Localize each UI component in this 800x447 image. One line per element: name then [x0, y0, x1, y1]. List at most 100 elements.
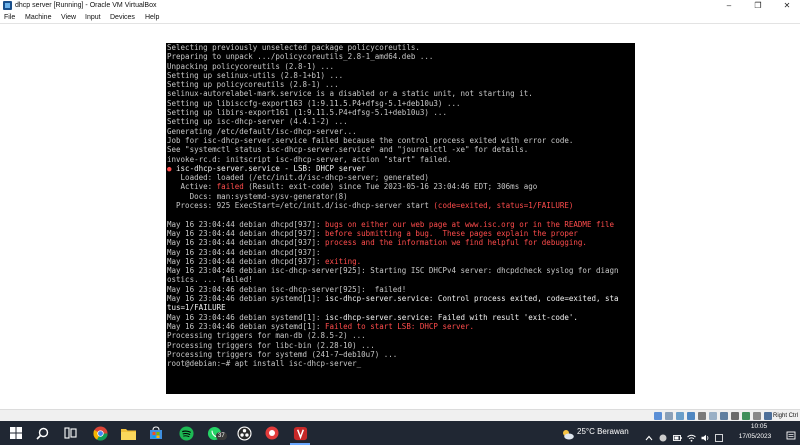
console-segment: tus=1/FAILURE — [167, 303, 226, 313]
console-segment: May 16 23:04:46 debian systemd[1]: — [167, 312, 326, 322]
console-segment: Setting up policycoreutils (2.8-1) ... — [167, 80, 339, 90]
console-segment: before submitting a bug. These pages exp… — [325, 228, 578, 238]
console-line: Loaded: loaded (/etc/init.d/isc-dhcp-ser… — [167, 173, 619, 182]
console-segment: May 16 23:04:44 debian dhcpd[937]: — [167, 256, 326, 266]
display-icon[interactable] — [720, 412, 728, 420]
console-segment: May 16 23:04:46 debian isc-dhcp-server[9… — [167, 284, 407, 294]
network-icon[interactable] — [687, 412, 695, 420]
close-button[interactable]: ✕ — [776, 0, 798, 11]
hard-disk-icon[interactable] — [654, 412, 662, 420]
console-text: Selecting previously unselected package … — [166, 43, 620, 368]
menu-input[interactable]: Input — [85, 11, 101, 24]
console-segment: isc-dhcp-server.service: Control process… — [325, 294, 619, 304]
console-line: May 16 23:04:44 debian dhcpd[937]: befor… — [167, 229, 619, 238]
notifications-icon[interactable] — [786, 428, 796, 440]
minimize-button[interactable]: – — [718, 0, 740, 11]
taskbar-store[interactable] — [148, 425, 164, 441]
console-segment: Job for isc-dhcp-server.service failed b… — [167, 135, 574, 145]
menu-help[interactable]: Help — [145, 11, 159, 24]
console-segment: Unpacking policycoreutils (2.8-1) ... — [167, 61, 335, 71]
console-segment: May 16 23:04:46 debian isc-dhcp-server[9… — [167, 266, 619, 276]
cpu-icon[interactable] — [742, 412, 750, 420]
console-line: ● isc-dhcp-server.service - LSB: DHCP se… — [167, 164, 619, 173]
task-view-button[interactable] — [62, 425, 78, 441]
console-line: Job for isc-dhcp-server.service failed b… — [167, 136, 619, 145]
taskbar-app-red[interactable] — [264, 425, 280, 441]
vm-console[interactable]: Selecting previously unselected package … — [166, 43, 635, 394]
console-segment: Setting up isc-dhcp-server (4.4.1-2) ... — [167, 117, 348, 127]
mouse-integration-icon[interactable] — [753, 412, 761, 420]
menu-view[interactable]: View — [61, 11, 76, 24]
tray-app-icon[interactable] — [659, 429, 667, 442]
search-button[interactable] — [34, 425, 50, 441]
console-segment: isc-dhcp-server.service: Failed with res… — [325, 312, 578, 322]
console-line: May 16 23:04:44 debian dhcpd[937]: bugs … — [167, 220, 619, 229]
menu-machine[interactable]: Machine — [25, 11, 51, 24]
console-segment: ostics. ... failed! — [167, 275, 253, 285]
console-line: See "systemctl status isc-dhcp-server.se… — [167, 145, 619, 154]
search-icon — [35, 427, 48, 440]
menu-devices[interactable]: Devices — [110, 11, 135, 24]
console-line: Setting up policycoreutils (2.8-1) ... — [167, 80, 619, 89]
console-segment: Processing triggers for systemd (241-7~d… — [167, 349, 398, 359]
console-line: Generating /etc/default/isc-dhcp-server.… — [167, 127, 619, 136]
task-view-icon — [63, 427, 77, 439]
console-segment: May 16 23:04:44 debian dhcpd[937]: — [167, 247, 321, 257]
language-icon[interactable] — [715, 429, 723, 442]
spotify-icon — [178, 425, 194, 441]
console-segment: May 16 23:04:44 debian dhcpd[937]: — [167, 219, 326, 229]
shared-folders-icon[interactable] — [709, 412, 717, 420]
console-segment: Docs: man:systemd-sysv-generator(8) — [167, 191, 348, 201]
console-segment: Setting up libisccfg-export163 (1:9.11.5… — [167, 98, 461, 108]
usb-icon[interactable] — [698, 412, 706, 420]
volume-icon[interactable] — [701, 429, 709, 442]
optical-drive-icon[interactable] — [665, 412, 673, 420]
console-line: selinux-autorelabel-mark.service is a di… — [167, 89, 619, 98]
console-segment: Processing triggers for man-db (2.8.5-2)… — [167, 331, 366, 341]
console-segment: May 16 23:04:46 debian systemd[1]: — [167, 321, 326, 331]
start-button[interactable] — [8, 425, 24, 441]
notification-badge: 37 — [216, 432, 227, 440]
tray-overflow-icon[interactable] — [645, 429, 653, 441]
console-segment: exiting. — [325, 256, 362, 266]
console-segment: (code=exited, status=1/FAILURE) — [433, 201, 574, 211]
windows-taskbar: 37 25°C Berawan 10:05 17/05/2023 — [0, 421, 800, 445]
console-line: Process: 925 ExecStart=/etc/init.d/isc-d… — [167, 201, 619, 210]
audio-icon[interactable] — [676, 412, 684, 420]
console-segment: process and the information we find help… — [325, 238, 587, 248]
clock-date[interactable]: 17/05/2023 — [730, 433, 780, 440]
console-line: Processing triggers for systemd (241-7~d… — [167, 350, 619, 359]
wifi-icon[interactable] — [687, 429, 696, 442]
console-segment: selinux-autorelabel-mark.service is a di… — [167, 89, 533, 99]
taskbar-file-explorer[interactable] — [120, 425, 136, 441]
recording-icon[interactable] — [731, 412, 739, 420]
menu-bar: File Machine View Input Devices Help — [0, 11, 800, 24]
weather-label[interactable]: 25°C Berawan — [577, 427, 629, 436]
window-titlebar: dhcp server [Running] - Oracle VM Virtua… — [0, 0, 800, 11]
console-line: Setting up libisccfg-export163 (1:9.11.5… — [167, 99, 619, 108]
console-segment: (Result: exit-code) since Tue 2023-05-16… — [243, 182, 538, 192]
console-line: Docs: man:systemd-sysv-generator(8) — [167, 192, 619, 201]
console-line: Unpacking policycoreutils (2.8-1) ... — [167, 62, 619, 71]
clock-time[interactable]: 10:05 — [739, 423, 779, 430]
console-line: Setting up libirs-export161 (1:9.11.5.P4… — [167, 108, 619, 117]
taskbar-virtualbox[interactable] — [292, 425, 308, 441]
battery-icon[interactable] — [673, 429, 682, 441]
taskbar-chrome[interactable] — [92, 425, 108, 441]
menu-file[interactable]: File — [4, 11, 15, 24]
store-icon — [150, 426, 162, 439]
console-segment: Failed to start LSB: DHCP server. — [325, 321, 475, 331]
console-line: Selecting previously unselected package … — [167, 43, 619, 52]
windows-logo-icon — [10, 427, 22, 439]
taskbar-obs[interactable] — [236, 425, 252, 441]
restore-button[interactable]: ❐ — [747, 0, 769, 11]
console-line: Processing triggers for man-db (2.8.5-2)… — [167, 331, 619, 340]
console-segment: failed — [216, 182, 244, 192]
restore-icon: ❐ — [754, 1, 762, 10]
console-line: tus=1/FAILURE — [167, 303, 619, 312]
keyboard-icon[interactable] — [764, 412, 772, 420]
taskbar-whatsapp[interactable]: 37 — [206, 425, 227, 441]
console-segment: May 16 23:04:46 debian systemd[1]: — [167, 294, 326, 304]
console-segment: Process: 925 ExecStart=/etc/init.d/isc-d… — [167, 201, 434, 211]
taskbar-spotify[interactable] — [178, 425, 194, 441]
